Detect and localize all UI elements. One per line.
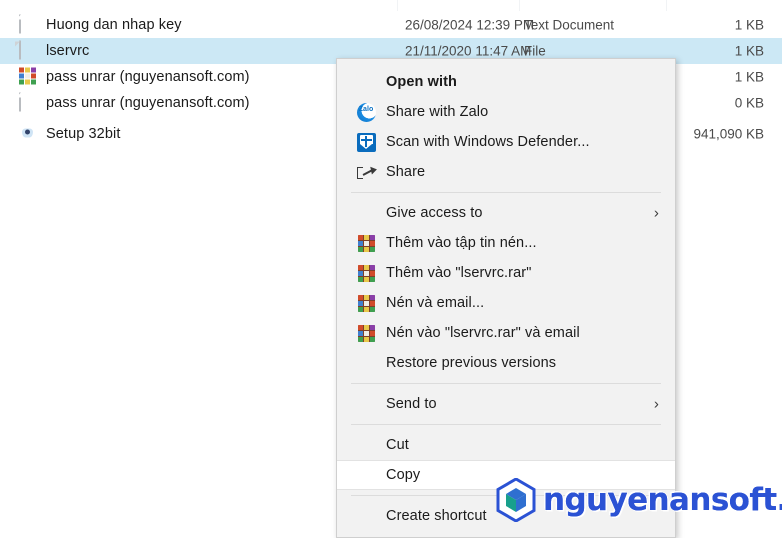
winrar-icon — [356, 263, 376, 283]
file-name: Setup 32bit — [46, 126, 121, 142]
menu-item-label: Create shortcut — [386, 508, 487, 524]
winrar-icon — [356, 293, 376, 313]
text-document-icon — [19, 14, 36, 35]
file-size: 0 KB — [734, 95, 764, 111]
menu-item-label: Send to — [386, 396, 437, 412]
file-size: 1 KB — [734, 17, 764, 33]
menu-item-scan-with-windows-defender[interactable]: Scan with Windows Defender... — [337, 127, 675, 157]
menu-item-label: Cut — [386, 437, 409, 453]
menu-item-add-to-lservrc-rar[interactable]: Thêm vào "lservrc.rar" — [337, 258, 675, 288]
file-type: File — [524, 43, 546, 59]
menu-item-label: Give access to — [386, 205, 483, 221]
file-name: Huong dan nhap key — [46, 17, 182, 33]
menu-item-label: Thêm vào "lservrc.rar" — [386, 265, 532, 281]
file-name: lservrc — [46, 43, 90, 59]
menu-separator — [351, 495, 661, 496]
menu-item-label: Share — [386, 164, 426, 180]
menu-item-label: Copy — [386, 467, 421, 483]
menu-item-create-shortcut[interactable]: Create shortcut — [337, 501, 675, 531]
menu-item-label: Scan with Windows Defender... — [386, 134, 590, 150]
menu-item-delete[interactable]: Delete — [337, 531, 675, 537]
file-date-modified: 26/08/2024 12:39 PM — [405, 17, 535, 33]
menu-item-label: Nén và email... — [386, 295, 485, 311]
file-name: pass unrar (nguyenansoft.com) — [46, 95, 250, 111]
menu-item-label: Restore previous versions — [386, 355, 557, 371]
installer-application-icon — [19, 125, 36, 144]
share-icon — [356, 162, 378, 182]
windows-defender-shield-icon — [356, 132, 376, 152]
menu-item-label: Open with — [386, 74, 457, 90]
column-divider[interactable] — [519, 0, 520, 11]
file-date-modified: 21/11/2020 11:47 AM — [405, 43, 532, 59]
menu-item-compress-and-email[interactable]: Nén và email... — [337, 288, 675, 318]
winrar-icon — [356, 233, 376, 253]
zalo-icon: Zalo — [356, 102, 376, 122]
column-divider[interactable] — [666, 0, 667, 11]
file-size: 941,090 KB — [693, 126, 764, 142]
menu-item-add-to-archive[interactable]: Thêm vào tập tin nén... — [337, 228, 675, 258]
menu-item-cut[interactable]: Cut — [337, 430, 675, 460]
blank-file-icon — [19, 40, 36, 61]
table-row[interactable]: Huong dan nhap key 26/08/2024 12:39 PM T… — [0, 12, 782, 38]
menu-item-restore-previous-versions[interactable]: Restore previous versions — [337, 348, 675, 378]
context-menu: Open with Zalo Share with Zalo Scan with… — [336, 58, 676, 538]
menu-item-compress-to-lservrc-rar-and-email[interactable]: Nén vào "lservrc.rar" và email — [337, 318, 675, 348]
chevron-right-icon: › — [653, 204, 659, 222]
chevron-right-icon: › — [653, 395, 659, 413]
file-type: Text Document — [524, 17, 615, 33]
file-size: 1 KB — [734, 69, 764, 85]
menu-item-label: Share with Zalo — [386, 104, 489, 120]
menu-item-label: Thêm vào tập tin nén... — [386, 235, 537, 251]
menu-item-share-with-zalo[interactable]: Zalo Share with Zalo — [337, 97, 675, 127]
file-name: pass unrar (nguyenansoft.com) — [46, 69, 250, 85]
menu-separator — [351, 192, 661, 193]
menu-item-give-access-to[interactable]: Give access to › — [337, 198, 675, 228]
menu-separator — [351, 383, 661, 384]
menu-item-send-to[interactable]: Send to › — [337, 389, 675, 419]
text-document-icon — [19, 92, 36, 113]
winrar-icon — [356, 323, 376, 343]
menu-item-share[interactable]: Share — [337, 157, 675, 187]
menu-item-label: Nén vào "lservrc.rar" và email — [386, 325, 580, 341]
file-size: 1 KB — [734, 43, 764, 59]
column-divider[interactable] — [397, 0, 398, 11]
menu-separator — [351, 424, 661, 425]
menu-item-copy[interactable]: Copy — [337, 460, 675, 490]
menu-item-open-with[interactable]: Open with — [337, 67, 675, 97]
winrar-archive-icon — [19, 67, 36, 87]
